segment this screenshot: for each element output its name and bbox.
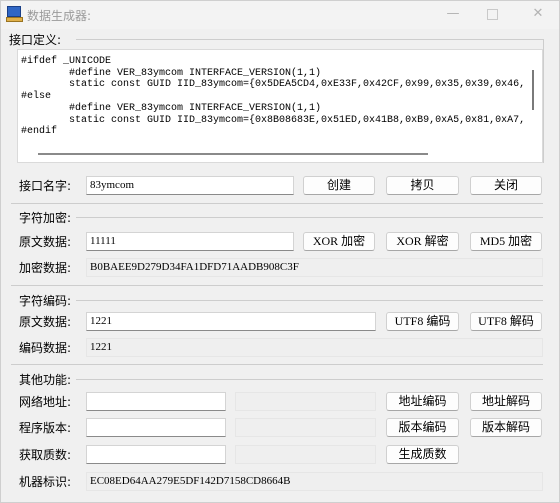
- copy-button[interactable]: 拷贝: [386, 176, 459, 195]
- encoding-result-field[interactable]: 1221: [86, 338, 543, 357]
- interface-name-input[interactable]: 83ymcom: [86, 176, 294, 195]
- encryption-source-input[interactable]: 11111: [86, 232, 294, 251]
- xor-encrypt-button[interactable]: XOR 加密: [303, 232, 375, 251]
- url-encode-button[interactable]: 地址编码: [386, 392, 459, 411]
- encoding-result-label: 编码数据:: [19, 341, 72, 355]
- vertical-scrollbar[interactable]: [532, 70, 534, 110]
- prime-label: 获取质数:: [19, 448, 72, 462]
- version-encode-button[interactable]: 版本编码: [386, 418, 459, 437]
- xor-decrypt-button[interactable]: XOR 解密: [386, 232, 459, 251]
- encoding-source-input[interactable]: 1221: [86, 312, 376, 331]
- machine-id-label: 机器标识:: [19, 475, 72, 489]
- version-label: 程序版本:: [19, 421, 72, 435]
- version-decode-button[interactable]: 版本解码: [470, 418, 542, 437]
- group-divider: [76, 217, 543, 218]
- window-title: 数据生成器:: [27, 9, 92, 23]
- close-button[interactable]: 关闭: [470, 176, 542, 195]
- url-decode-button[interactable]: 地址解码: [470, 392, 542, 411]
- version-output-field[interactable]: [235, 418, 376, 437]
- maximize-button[interactable]: [487, 9, 498, 20]
- interface-group-label: 接口定义:: [9, 33, 62, 47]
- url-label: 网络地址:: [19, 395, 72, 409]
- encryption-group-label: 字符加密:: [19, 211, 72, 225]
- interface-name-label: 接口名字:: [19, 179, 72, 193]
- encoding-source-label: 原文数据:: [19, 315, 72, 329]
- encryption-result-field[interactable]: B0BAEE9D279D34FA1DFD71AADB908C3F: [86, 258, 543, 277]
- version-input[interactable]: [86, 418, 226, 437]
- group-divider: [11, 285, 543, 286]
- prime-input[interactable]: [86, 445, 226, 464]
- utf8-decode-button[interactable]: UTF8 解码: [470, 312, 542, 331]
- encoding-group-label: 字符编码:: [19, 294, 72, 308]
- prime-output-field[interactable]: [235, 445, 376, 464]
- main-window: 数据生成器: — ✕ 接口定义: #ifdef _UNICODE #define…: [0, 0, 560, 503]
- interface-code-box[interactable]: #ifdef _UNICODE #define VER_83ymcom INTE…: [17, 49, 543, 163]
- group-divider: [11, 203, 543, 204]
- group-divider: [76, 39, 543, 40]
- group-divider: [76, 379, 543, 380]
- md5-encrypt-button[interactable]: MD5 加密: [470, 232, 542, 251]
- utf8-encode-button[interactable]: UTF8 编码: [386, 312, 459, 331]
- create-button[interactable]: 创建: [303, 176, 375, 195]
- group-divider: [543, 39, 544, 163]
- group-divider: [76, 300, 543, 301]
- title-bar: 数据生成器: — ✕: [1, 1, 559, 29]
- interface-code-text: #ifdef _UNICODE #define VER_83ymcom INTE…: [21, 56, 526, 138]
- other-group-label: 其他功能:: [19, 373, 72, 387]
- close-window-button[interactable]: ✕: [528, 5, 548, 23]
- encryption-source-label: 原文数据:: [19, 235, 72, 249]
- group-divider: [11, 364, 543, 365]
- machine-id-field[interactable]: EC08ED64AA279E5DF142D7158CD8664B: [86, 472, 543, 491]
- url-input[interactable]: [86, 392, 226, 411]
- minimize-button[interactable]: —: [443, 5, 463, 23]
- horizontal-scrollbar[interactable]: [38, 153, 428, 155]
- computer-icon: [6, 6, 23, 22]
- encryption-result-label: 加密数据:: [19, 261, 72, 275]
- generate-prime-button[interactable]: 生成质数: [386, 445, 459, 464]
- url-output-field[interactable]: [235, 392, 376, 411]
